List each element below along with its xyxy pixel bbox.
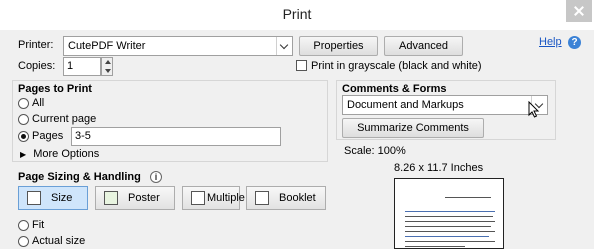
chevron-down-icon[interactable] (276, 37, 292, 55)
printer-select[interactable]: CutePDF Writer (63, 36, 293, 56)
info-icon[interactable]: i (150, 171, 162, 183)
comments-forms-heading: Comments & Forms (342, 83, 447, 95)
poster-button-label: Poster (128, 192, 160, 204)
poster-button[interactable]: Poster (95, 186, 175, 210)
properties-button[interactable]: Properties (299, 36, 378, 56)
radio-pages-label: Pages (32, 130, 64, 142)
triangle-right-icon: ▶ (20, 150, 27, 159)
size-icon (27, 191, 41, 205)
grayscale-label: Print in grayscale (black and white) (311, 60, 482, 72)
page-sizing-heading: Page Sizing & Handling (18, 171, 141, 183)
radio-pages[interactable] (18, 131, 29, 142)
booklet-button[interactable]: Booklet (246, 186, 326, 210)
radio-actual-size-label: Actual size (32, 235, 86, 247)
booklet-button-label: Booklet (279, 192, 316, 204)
page-preview (394, 178, 504, 249)
printer-value: CutePDF Writer (68, 40, 146, 52)
summarize-comments-button[interactable]: Summarize Comments (342, 118, 484, 138)
radio-fit-label: Fit (32, 219, 45, 231)
radio-current-page-label: Current page (32, 113, 97, 125)
pages-range-value: 3-5 (75, 130, 91, 142)
radio-current-page[interactable] (18, 114, 29, 125)
window-title: Print (282, 6, 312, 22)
multiple-icon (191, 191, 205, 205)
grayscale-checkbox[interactable] (296, 60, 307, 71)
copies-stepper[interactable] (101, 57, 113, 76)
help-link[interactable]: Help (539, 36, 562, 48)
poster-icon (104, 191, 118, 205)
multiple-button-label: Multiple (207, 192, 245, 204)
title-bar: Print (0, 0, 594, 30)
radio-fit[interactable] (18, 220, 29, 231)
help-icon[interactable]: ? (568, 36, 581, 49)
pages-range-input[interactable]: 3-5 (71, 127, 281, 146)
size-button-label: Size (51, 192, 73, 204)
mouse-cursor-icon (528, 101, 540, 118)
preview-scale: Scale: 100% (344, 145, 406, 157)
printer-label: Printer: (18, 39, 54, 51)
copies-label: Copies: (18, 60, 56, 72)
copies-input[interactable]: 1 (63, 57, 101, 76)
more-options-label: More Options (33, 148, 100, 160)
more-options-toggle[interactable]: ▶ More Options (20, 148, 99, 160)
comments-forms-value: Document and Markups (347, 99, 464, 111)
advanced-button[interactable]: Advanced (384, 36, 463, 56)
multiple-button[interactable]: Multiple (182, 186, 245, 210)
close-button[interactable] (566, 0, 592, 22)
booklet-icon (255, 191, 269, 205)
copies-value: 1 (67, 60, 74, 72)
radio-all-label: All (32, 97, 45, 109)
radio-all[interactable] (18, 98, 29, 109)
radio-actual-size[interactable] (18, 236, 29, 247)
size-button[interactable]: Size (18, 186, 88, 210)
pages-to-print-heading: Pages to Print (18, 83, 92, 95)
comments-forms-select[interactable]: Document and Markups (342, 95, 548, 115)
preview-page-size: 8.26 x 11.7 Inches (394, 162, 484, 174)
